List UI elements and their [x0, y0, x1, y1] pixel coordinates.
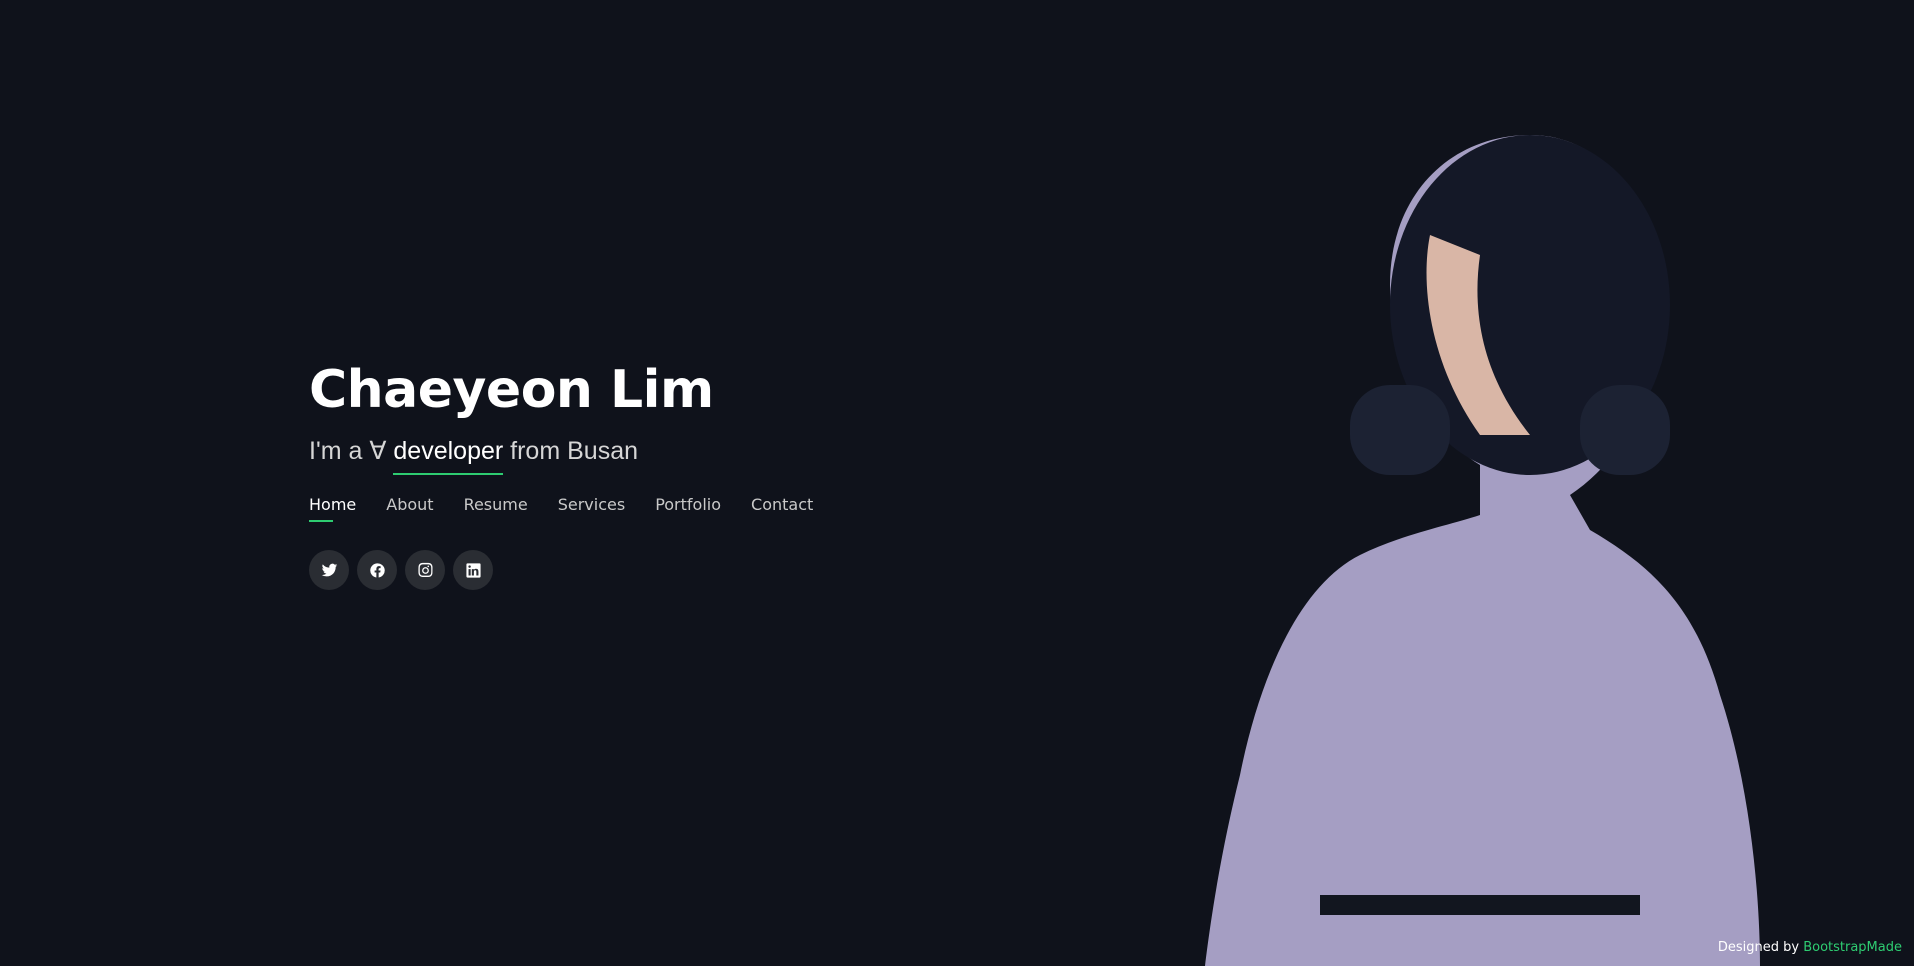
facebook-icon: [369, 562, 385, 578]
linkedin-icon: [465, 562, 481, 578]
hero-tagline: I'm a ∀ developer from Busan: [309, 435, 1009, 475]
nav-contact[interactable]: Contact: [751, 495, 813, 522]
tagline-prefix: I'm a: [309, 437, 370, 465]
portrait-image: [1205, 135, 1760, 966]
nav-home[interactable]: Home: [309, 495, 356, 522]
nav-services[interactable]: Services: [558, 495, 625, 522]
twitter-link[interactable]: [309, 550, 349, 590]
credits-prefix: Designed by: [1717, 940, 1804, 955]
tagline-typed-word: developer: [393, 437, 504, 475]
linkedin-link[interactable]: [453, 550, 493, 590]
social-links: [309, 550, 1009, 590]
bootstrapmade-link[interactable]: BootstrapMade: [1803, 940, 1902, 955]
nav-portfolio[interactable]: Portfolio: [655, 495, 721, 522]
instagram-icon: [417, 562, 433, 577]
facebook-link[interactable]: [357, 550, 397, 590]
nav-about[interactable]: About: [386, 495, 433, 522]
hero-section: Chaeyeon Lim I'm a ∀ developer from Busa…: [309, 355, 1009, 590]
twitter-icon: [321, 563, 337, 576]
footer-credits: Designed by BootstrapMade: [1718, 940, 1902, 955]
hero-name: Chaeyeon Lim: [309, 360, 714, 420]
nav-resume[interactable]: Resume: [464, 495, 528, 522]
tagline-glyph: ∀: [369, 437, 387, 465]
main-nav: Home About Resume Services Portfolio Con…: [309, 495, 1009, 522]
tagline-suffix: from Busan: [503, 437, 638, 465]
instagram-link[interactable]: [405, 550, 445, 590]
